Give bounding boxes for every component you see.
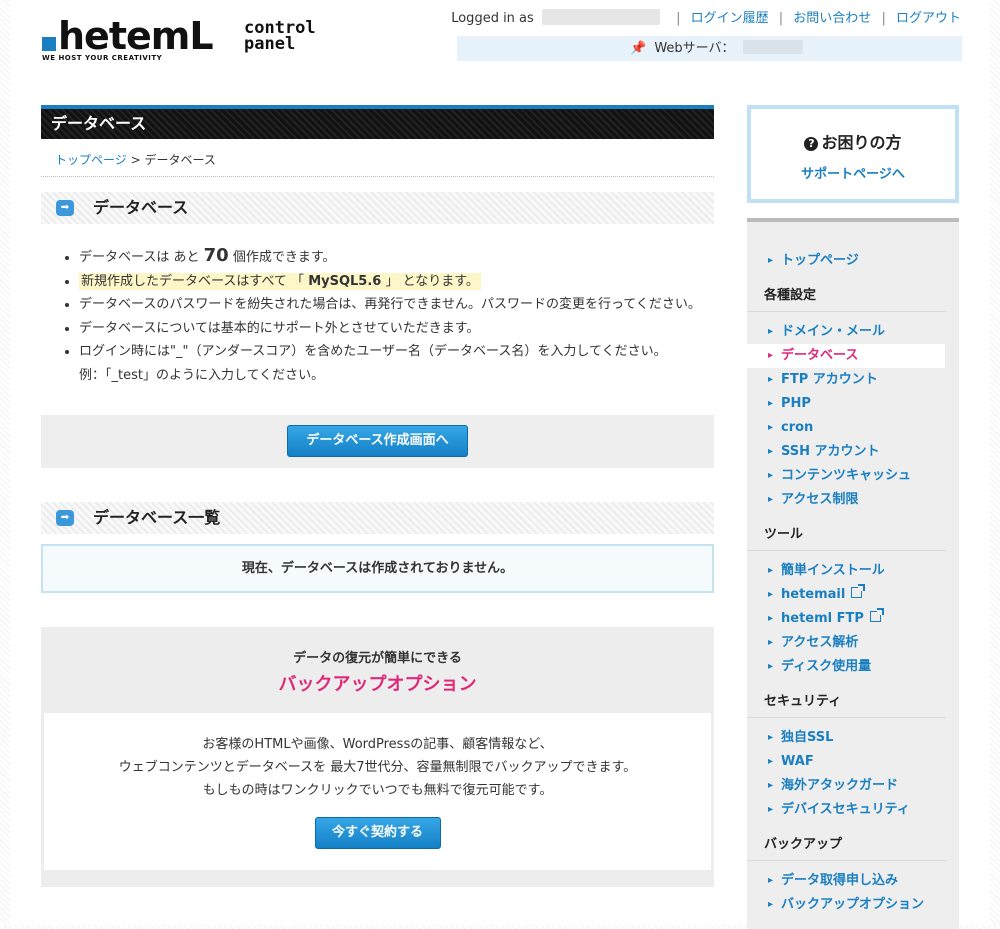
sidebar-item-ftp-account[interactable]: FTP アカウント: [747, 368, 959, 392]
sidebar-item-disk-usage[interactable]: ディスク使用量: [747, 655, 959, 679]
note-support: データベースについては基本的にサポート外とさせていただきます。: [79, 317, 714, 341]
username-redacted: [541, 9, 660, 25]
breadcrumb-current: データベース: [144, 153, 216, 167]
backup-option-promo: データの復元が簡単にできる バックアップオプション お客様のHTMLや画像、Wo…: [41, 627, 714, 887]
sidebar-item-data-request[interactable]: データ取得申し込み: [747, 869, 959, 893]
logo-control-panel: control panel: [244, 18, 316, 54]
page: hetemL WE HOST YOUR CREATIVITY control p…: [10, 0, 990, 929]
contact-link[interactable]: お問い合わせ: [793, 11, 871, 26]
create-database-button[interactable]: データベース作成画面へ: [287, 425, 468, 457]
sidebar-heading-settings: 各種設定: [747, 273, 946, 312]
login-history-link[interactable]: ログイン履歴: [691, 11, 769, 26]
heteml-logo[interactable]: hetemL WE HOST YOUR CREATIVITY control p…: [42, 16, 332, 64]
empty-database-message: 現在、データベースは作成されておりません。: [41, 544, 714, 593]
top-nav: Logged in as | ログイン履歴 | お問い合わせ | ログアウト: [451, 9, 961, 26]
sidebar-item-access-control[interactable]: アクセス制限: [747, 488, 959, 512]
logged-in-label: Logged in as: [451, 11, 534, 26]
backup-subtitle: データの復元が簡単にできる: [293, 651, 462, 666]
database-notes: データベースは あと 70 個作成できます。 新規作成したデータベースはすべて …: [41, 244, 714, 387]
sidebar-item-easy-install[interactable]: 簡単インストール: [747, 559, 959, 583]
help-title: お困りの方: [821, 133, 902, 152]
sidebar-item-content-cache[interactable]: コンテンツキャッシュ: [747, 464, 959, 488]
backup-card: お客様のHTMLや画像、WordPressの記事、顧客情報など、 ウェブコンテン…: [44, 713, 711, 870]
sidebar-item-top[interactable]: トップページ: [747, 249, 959, 273]
backup-line-2: ウェブコンテンツとデータベースを 最大7世代分、容量無制限でバックアップできます…: [118, 760, 637, 775]
support-page-link[interactable]: サポートページへ: [751, 163, 955, 182]
logo-wordmark: hetemL: [42, 16, 214, 56]
sidebar-item-hetemail[interactable]: hetemail: [747, 583, 959, 607]
page-title: データベース: [41, 105, 714, 139]
sidebar-item-ssl[interactable]: 独自SSL: [747, 726, 959, 750]
database-section-heading: ➡ データベース: [41, 192, 714, 224]
database-list-heading: ➡ データベース一覧: [41, 502, 714, 534]
sidebar-heading-security: セキュリティ: [747, 679, 946, 718]
backup-line-1: お客様のHTMLや画像、WordPressの記事、顧客情報など、: [202, 737, 553, 752]
sidebar-item-database[interactable]: データベース: [747, 344, 945, 368]
sidebar-item-php[interactable]: PHP: [747, 392, 959, 416]
backup-line-3: もしもの時はワンクリックでいつでも無料で復元可能です。: [202, 783, 553, 798]
subscribe-now-button[interactable]: 今すぐ契約する: [314, 817, 441, 849]
help-box: ? お困りの方 サポートページへ: [747, 105, 959, 203]
sidebar-item-heteml-ftp[interactable]: heteml FTP: [747, 607, 959, 631]
sidebar-item-waf[interactable]: WAF: [747, 750, 959, 774]
breadcrumb: トップページ > データベース: [41, 139, 714, 177]
backup-title: バックアップオプション: [278, 674, 477, 695]
question-icon: ?: [804, 137, 819, 151]
sidebar-item-backup-option[interactable]: バックアップオプション: [747, 893, 959, 917]
sidebar-heading-tools: ツール: [747, 512, 946, 551]
note-remaining: データベースは あと 70 個作成できます。: [79, 244, 714, 270]
sidebar-item-ssh-account[interactable]: SSH アカウント: [747, 440, 959, 464]
create-bar: データベース作成画面へ: [41, 415, 714, 468]
external-link-icon: [851, 584, 866, 598]
logo-tagline: WE HOST YOUR CREATIVITY: [42, 54, 163, 62]
remaining-count: 70: [203, 245, 229, 266]
main-content: データベース トップページ > データベース ➡ データベース データベースは …: [41, 105, 714, 887]
sidebar-item-device-security[interactable]: デバイスセキュリティ: [747, 798, 959, 822]
web-server-label: Webサーバ：: [654, 41, 735, 56]
breadcrumb-home-link[interactable]: トップページ: [55, 153, 127, 167]
section-icon: ➡: [56, 510, 74, 526]
server-name-redacted: [742, 40, 803, 54]
note-mysql-version: 新規作成したデータベースはすべて 「 MySQL5.6 」 となります。: [79, 270, 714, 294]
note-login: ログイン時には"_"（アンダースコア）を含めたユーザー名（データベース名）を入力…: [79, 340, 714, 387]
logout-link[interactable]: ログアウト: [896, 11, 961, 26]
web-server-bar: 📌 Webサーバ：: [457, 36, 962, 61]
sidebar-item-domain-mail[interactable]: ドメイン・メール: [747, 320, 959, 344]
pin-icon: 📌: [630, 41, 647, 56]
sidebar-item-cron[interactable]: cron: [747, 416, 959, 440]
external-link-icon: [869, 608, 884, 622]
sidebar-item-attack-guard[interactable]: 海外アタックガード: [747, 774, 959, 798]
sidebar-heading-backup: バックアップ: [747, 822, 946, 861]
note-password: データベースのパスワードを紛失された場合は、再発行できません。パスワードの変更を…: [79, 293, 714, 317]
sidebar-item-access-analysis[interactable]: アクセス解析: [747, 631, 959, 655]
sidebar-nav: トップページ 各種設定 ドメイン・メール データベース FTP アカウント PH…: [747, 218, 959, 929]
section-icon: ➡: [56, 200, 74, 216]
